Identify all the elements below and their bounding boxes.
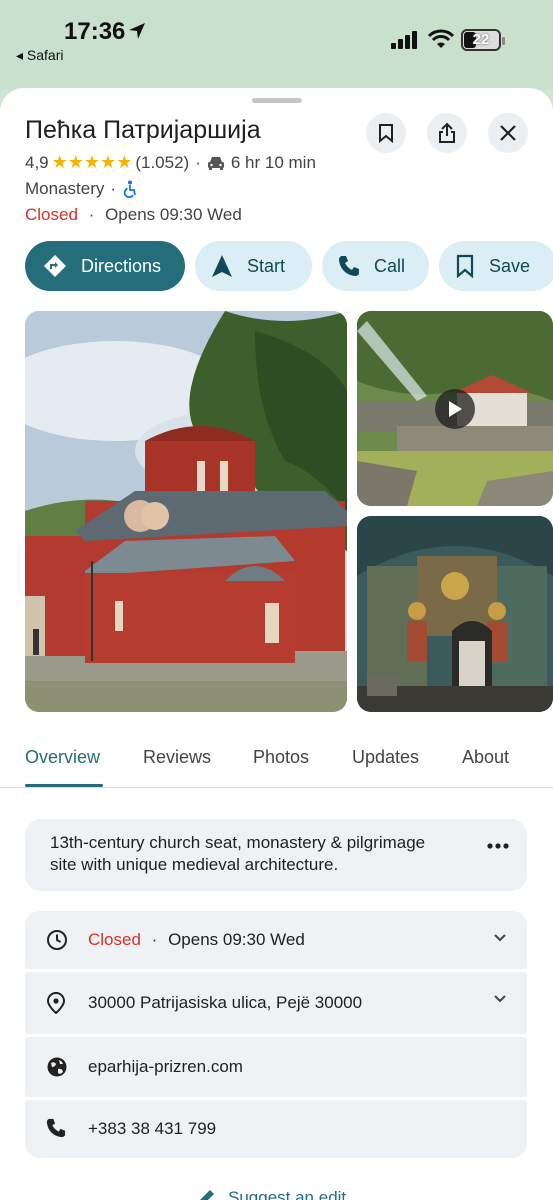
tab-photos[interactable]: Photos (253, 747, 309, 768)
back-to-safari-link[interactable]: ◂ Safari (16, 47, 64, 64)
website-row[interactable]: eparhija-prizren.com (25, 1037, 527, 1097)
tab-bar: Overview Reviews Photos Updates About (0, 732, 553, 788)
location-pin-icon (46, 992, 66, 1014)
share-button[interactable] (427, 113, 467, 153)
photo-frescoes[interactable] (357, 516, 553, 712)
hours-summary[interactable]: Closed · Opens 09:30 Wed (25, 205, 242, 225)
directions-button[interactable]: Directions (25, 241, 185, 291)
phone-row[interactable]: +383 38 431 799 (25, 1100, 527, 1158)
fresco-photo-image (357, 516, 553, 712)
bookmark-button[interactable] (366, 113, 406, 153)
phone-number[interactable]: +383 38 431 799 (88, 1119, 216, 1139)
rating-stars: ★★★★★ (51, 152, 133, 172)
wheelchair-accessible-icon (123, 180, 136, 198)
place-title: Пећка Патријаршија (25, 116, 261, 144)
suggest-edit-label: Suggest an edit (228, 1188, 347, 1200)
clock: 17:36 (64, 18, 126, 45)
play-icon (449, 401, 462, 417)
close-icon (500, 125, 516, 141)
rating-row: 4,9 ★★★★★ (1.052) · 6 hr 10 min (25, 152, 316, 173)
hours-opens: Opens 09:30 Wed (168, 930, 305, 949)
chevron-down-icon (494, 934, 506, 942)
call-label: Call (374, 255, 406, 276)
start-label: Start (247, 255, 286, 276)
save-bookmark-icon (456, 254, 474, 278)
address-row[interactable]: 30000 Patrijasiska ulica, Pejë 30000 (25, 972, 527, 1034)
video-play-button[interactable] (435, 389, 475, 429)
tab-updates[interactable]: Updates (352, 747, 419, 768)
description-card[interactable]: 13th-century church seat, monastery & pi… (25, 819, 527, 891)
status-bar: 17:36 ◂ Safari 22 (0, 0, 553, 90)
more-options-icon[interactable] (487, 843, 509, 849)
hours-row[interactable]: Closed · Opens 09:30 Wed (25, 911, 527, 969)
chevron-down-icon (494, 995, 506, 1003)
battery-icon: 22 (461, 29, 505, 51)
description-line-1: 13th-century church seat, monastery & pi… (50, 833, 426, 852)
tab-about[interactable]: About (462, 747, 509, 768)
category-label: Monastery (25, 179, 105, 198)
description-line-2: site with unique medieval architecture. (50, 855, 339, 874)
drive-time: 6 hr 10 min (230, 152, 316, 172)
tab-overview[interactable]: Overview (25, 747, 100, 768)
bookmark-icon (379, 124, 393, 143)
wifi-icon (428, 29, 454, 48)
photo-ruins-video[interactable] (357, 311, 553, 506)
directions-label: Directions (81, 255, 162, 276)
phone-icon (46, 1118, 66, 1138)
pencil-icon (200, 1190, 214, 1200)
review-count[interactable]: (1.052) (135, 153, 189, 173)
photo-main-church[interactable] (25, 311, 347, 712)
rating-value: 4,9 (25, 152, 49, 172)
location-arrow-icon (129, 23, 145, 39)
suggest-edit-link[interactable]: Suggest an edit (196, 1188, 346, 1200)
close-button[interactable] (488, 113, 528, 153)
church-photo-image (25, 311, 347, 712)
save-label: Save (489, 255, 531, 276)
globe-icon (47, 1057, 67, 1077)
website-link[interactable]: eparhija-prizren.com (88, 1057, 243, 1077)
active-tab-indicator (25, 784, 103, 787)
address-text: 30000 Patrijasiska ulica, Pejë 30000 (88, 993, 363, 1012)
closed-status: Closed (25, 205, 78, 224)
directions-icon (44, 255, 66, 277)
drag-handle[interactable] (252, 98, 302, 103)
share-icon (439, 122, 455, 143)
place-sheet: Пећка Патријаршија 4,9 ★★★★★ (1.052) · 6… (0, 88, 553, 1200)
opens-time: Opens 09:30 Wed (105, 205, 242, 224)
action-chips: Directions Start Call Save (25, 241, 553, 291)
start-button[interactable]: Start (195, 241, 312, 291)
phone-icon (339, 256, 359, 276)
hours-closed: Closed (88, 930, 141, 949)
category-row: Monastery · (25, 179, 138, 199)
car-icon (207, 156, 224, 170)
call-button[interactable]: Call (322, 241, 429, 291)
cellular-signal-icon (391, 31, 417, 49)
navigation-arrow-icon (212, 255, 232, 277)
save-button[interactable]: Save (439, 241, 553, 291)
clock-icon (47, 930, 67, 950)
tab-reviews[interactable]: Reviews (143, 747, 211, 768)
battery-level: 22 (472, 31, 490, 48)
